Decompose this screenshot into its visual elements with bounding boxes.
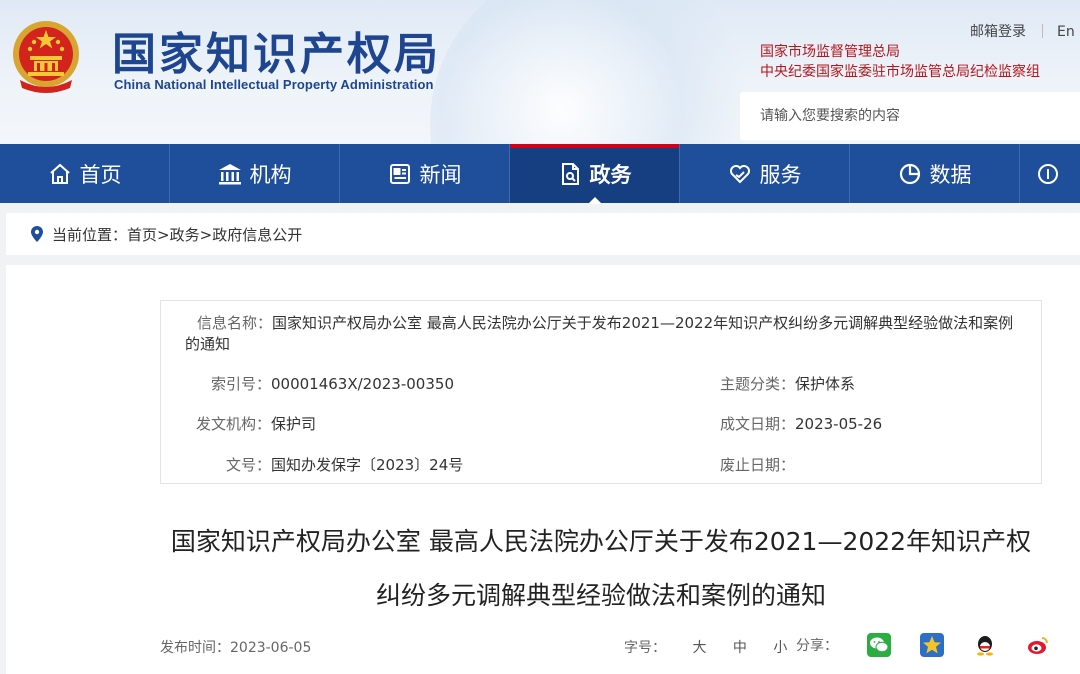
weibo-icon[interactable]: [1026, 633, 1050, 657]
wechat-icon[interactable]: [867, 633, 891, 657]
favorite-star-icon[interactable]: [920, 633, 944, 657]
info-expire-row: 废止日期：: [718, 454, 795, 475]
breadcrumb-separator: >: [199, 225, 213, 244]
publish-info: 发布时间：2023-06-05: [160, 637, 311, 657]
national-emblem-icon[interactable]: [10, 18, 82, 94]
info-index-row: 索引号：00001463X/2023-00350: [161, 373, 454, 394]
nav-item-label: 政务: [589, 162, 632, 187]
info-issuer-label: 发文机构：: [195, 415, 271, 433]
publish-label: 发布时间：: [160, 640, 230, 656]
info-index-label: 索引号：: [210, 375, 271, 393]
discipline-inspection-link[interactable]: 中央纪委国家监委驻市场监管总局纪检监察组: [760, 62, 1040, 82]
info-topic-row: 主题分类：保护体系: [718, 373, 855, 394]
nav-item-more[interactable]: [1020, 144, 1076, 203]
font-size-medium[interactable]: 中: [733, 640, 747, 656]
share-bar: 分享：: [796, 633, 1050, 657]
info-date-row: 成文日期：2023-05-26: [718, 413, 882, 434]
nav-item-label: 数据: [929, 162, 972, 187]
font-size-large[interactable]: 大: [692, 640, 706, 656]
breadcrumb-separator: >: [157, 225, 170, 244]
search-input[interactable]: 请输入您要搜索的内容: [740, 92, 1080, 140]
info-name-row: 信息名称：国家知识产权局办公室 最高人民法院办公厅关于发布2021—2022年知…: [185, 313, 1015, 355]
nav-item-label: 新闻: [419, 162, 462, 187]
qq-icon[interactable]: [973, 633, 997, 657]
breadcrumb-government-affairs[interactable]: 政务: [170, 226, 200, 244]
document-icon: [561, 162, 579, 185]
nav-item-label: 首页: [79, 162, 122, 187]
site-header: 国家知识产权局 China National Intellectual Prop…: [0, 0, 1080, 144]
main-content: 信息名称：国家知识产权局办公室 最高人民法院办公厅关于发布2021—2022年知…: [6, 265, 1080, 674]
breadcrumb-prefix: 当前位置：: [52, 225, 128, 244]
article-title: 国家知识产权局办公室 最高人民法院办公厅关于发布2021—2022年知识产权 纠…: [160, 515, 1042, 623]
nav-item-services[interactable]: 服务: [680, 144, 850, 203]
site-logo-english[interactable]: China National Intellectual Property Adm…: [114, 77, 434, 92]
nav-item-data[interactable]: 数据: [850, 144, 1020, 203]
main-nav: 首页 机构 新闻 政务 服务 数据: [0, 144, 1080, 204]
font-size-controls: 字号： 大 中 小: [624, 637, 787, 657]
font-size-small[interactable]: 小: [773, 640, 787, 656]
info-docno-row: 文号：国知办发保字〔2023〕24号: [161, 454, 463, 475]
font-size-label: 字号：: [624, 640, 666, 656]
info-docno-label: 文号：: [225, 456, 271, 474]
location-pin-icon: [31, 226, 43, 242]
info-docno-value: 国知办发保字〔2023〕24号: [271, 456, 464, 474]
news-icon: [389, 163, 410, 184]
info-issuer-value: 保护司: [271, 415, 317, 433]
pie-chart-icon: [899, 163, 920, 184]
nav-item-label: 机构: [249, 162, 292, 187]
article-title-line: 国家知识产权局办公室 最高人民法院办公厅关于发布2021—2022年知识产权: [170, 527, 1032, 556]
english-link[interactable]: En: [1057, 24, 1075, 40]
org-links: 国家市场监督管理总局 中央纪委国家监委驻市场监管总局纪检监察组: [760, 42, 1040, 82]
site-logo-chinese[interactable]: 国家知识产权局: [112, 18, 441, 82]
article-title-line: 纠纷多元调解典型经验做法和案例的通知: [375, 581, 826, 610]
nav-item-government-affairs[interactable]: 政务: [510, 144, 680, 204]
top-links: 邮箱登录 En: [970, 21, 1075, 41]
breadcrumb: 当前位置： 首页>政务>政府信息公开: [6, 213, 1080, 255]
info-table: 信息名称：国家知识产权局办公室 最高人民法院办公厅关于发布2021—2022年知…: [160, 300, 1042, 484]
info-expire-label: 废止日期：: [719, 456, 795, 474]
info-name-value: 国家知识产权局办公室 最高人民法院办公厅关于发布2021—2022年知识产权纠纷…: [185, 314, 1014, 353]
email-login-link[interactable]: 邮箱登录: [970, 24, 1026, 40]
nav-item-home[interactable]: 首页: [0, 144, 170, 203]
info-index-value: 00001463X/2023-00350: [271, 375, 454, 393]
info-date-value: 2023-05-26: [795, 415, 883, 433]
nav-item-news[interactable]: 新闻: [340, 144, 510, 203]
info-topic-value: 保护体系: [795, 375, 856, 393]
publish-date: 2023-06-05: [230, 640, 312, 656]
more-icon: [1038, 163, 1058, 184]
nav-item-label: 服务: [759, 162, 802, 187]
breadcrumb-home[interactable]: 首页: [127, 226, 157, 244]
share-label: 分享：: [796, 638, 838, 654]
header-background-decoration: [430, 0, 760, 144]
info-topic-label: 主题分类：: [719, 375, 795, 393]
home-icon: [49, 163, 70, 184]
info-issuer-row: 发文机构：保护司: [161, 413, 316, 434]
nav-item-institution[interactable]: 机构: [170, 144, 340, 203]
institution-icon: [218, 163, 241, 184]
samr-link[interactable]: 国家市场监督管理总局: [760, 42, 1040, 62]
divider: [1042, 24, 1043, 38]
info-name-label: 信息名称：: [196, 314, 272, 332]
info-date-label: 成文日期：: [719, 415, 795, 433]
heart-hand-icon: [729, 164, 750, 183]
breadcrumb-public-info[interactable]: 政府信息公开: [212, 226, 302, 244]
